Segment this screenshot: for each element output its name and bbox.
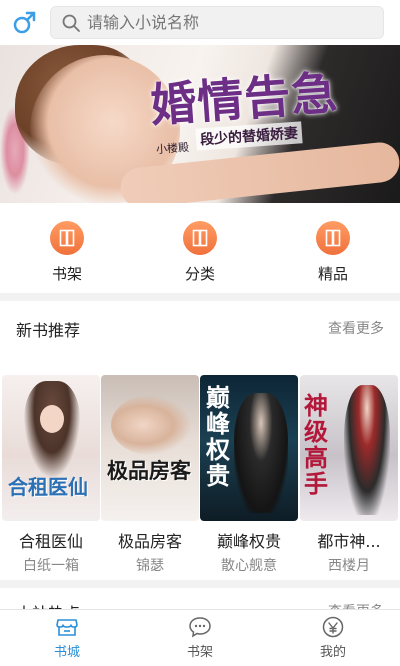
tab-bookstore[interactable]: 书城 — [27, 616, 107, 660]
book-author: 西楼月 — [328, 558, 370, 574]
book-title: 合租医仙 — [18, 532, 83, 551]
app-screen: 婚情告急 段少的替婚娇妻 小楼殿 书架 分类 精品 新书推荐 查看更多 — [0, 0, 400, 666]
chat-bubble-icon — [189, 617, 211, 638]
book-card[interactable]: 合租医仙 合租医仙 白纸一箱 — [2, 375, 100, 575]
cover-title: 极品房客 — [107, 458, 191, 483]
book-author: 白纸一箱 — [23, 558, 79, 574]
banner-author: 小楼殿 — [155, 140, 190, 157]
store-icon — [56, 619, 78, 636]
banner-title: 婚情告急 — [148, 65, 340, 133]
user-circle-icon — [322, 616, 344, 638]
book-title: 极品房客 — [117, 532, 182, 551]
cover-title: 巅峰权贵 — [206, 383, 230, 490]
cover-figure — [111, 395, 191, 455]
male-symbol-icon[interactable] — [12, 9, 38, 35]
new-books-header: 新书推荐 查看更多 — [0, 301, 400, 353]
book-card[interactable]: 巅峰权贵 巅峰权贵 散心舰意 — [200, 375, 298, 575]
book-author: 散心舰意 — [221, 558, 277, 574]
book-cover: 极品房客 — [101, 375, 199, 521]
quick-nav-label: 分类 — [184, 265, 215, 283]
book-cover: 合租医仙 — [2, 375, 100, 521]
cover-title: 合租医仙 — [8, 475, 88, 499]
tab-label: 我的 — [319, 645, 346, 660]
book-icon — [316, 221, 350, 255]
book-cover: 神级高手 — [300, 375, 398, 521]
book-icon — [183, 221, 217, 255]
quick-nav-bookshelf[interactable]: 书架 — [27, 221, 107, 291]
search-input[interactable] — [87, 7, 377, 38]
section-title: 新书推荐 — [16, 321, 81, 340]
cover-figure — [234, 393, 288, 513]
book-title: 巅峰权贵 — [216, 532, 281, 551]
cover-figure — [344, 385, 390, 515]
search-bar[interactable] — [50, 6, 384, 39]
cover-title: 神级高手 — [304, 391, 328, 498]
book-card[interactable]: 神级高手 都市神... 西楼月 — [300, 375, 398, 575]
book-card[interactable]: 极品房客 极品房客 锦瑟 — [101, 375, 199, 575]
book-cover: 巅峰权贵 — [200, 375, 298, 521]
book-title: 都市神... — [317, 532, 381, 551]
cover-face — [40, 405, 64, 433]
promo-banner[interactable]: 婚情告急 段少的替婚娇妻 小楼殿 — [0, 45, 400, 203]
search-icon — [61, 13, 81, 33]
bottom-tab-bar: 书城 书架 我的 — [0, 609, 400, 666]
quick-nav-label: 书架 — [51, 265, 82, 283]
quick-nav-premium[interactable]: 精品 — [293, 221, 373, 291]
tab-bookshelf[interactable]: 书架 — [160, 616, 240, 660]
top-bar — [0, 0, 400, 45]
book-author: 锦瑟 — [136, 558, 164, 574]
quick-nav-category[interactable]: 分类 — [160, 221, 240, 291]
tab-profile[interactable]: 我的 — [293, 616, 373, 660]
new-books-list: 合租医仙 合租医仙 白纸一箱 极品房客 极品房客 锦瑟 巅峰权贵 巅峰权贵 散心… — [0, 353, 400, 580]
view-more-link[interactable]: 查看更多 — [328, 318, 384, 338]
book-icon — [50, 221, 84, 255]
quick-nav-label: 精品 — [317, 265, 348, 283]
tab-label: 书架 — [186, 645, 213, 660]
quick-nav: 书架 分类 精品 — [0, 203, 400, 293]
tab-label: 书城 — [53, 645, 80, 660]
